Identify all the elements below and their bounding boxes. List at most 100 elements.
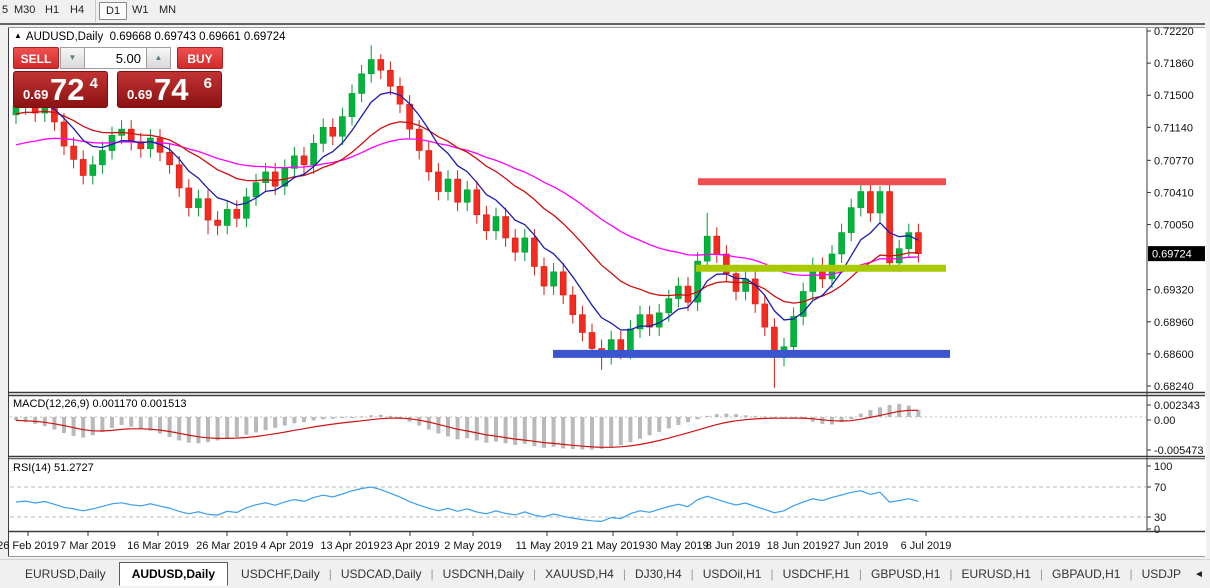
- macd-bar: [456, 417, 460, 439]
- sell-quote-button[interactable]: 0.69 72 4: [13, 71, 108, 108]
- level-band-resistance-red[interactable]: [698, 178, 946, 185]
- macd-bar: [388, 416, 392, 417]
- volume-decrease-button[interactable]: ▼: [60, 47, 85, 69]
- level-band-support-blue[interactable]: [553, 350, 950, 358]
- rsi-value: 51.2727: [54, 462, 94, 474]
- candle-body: [752, 279, 758, 304]
- tabs-scroll-left-icon[interactable]: ◄: [1190, 569, 1208, 580]
- candle-body: [445, 179, 451, 191]
- level-band-pivot-yellow[interactable]: [696, 265, 946, 272]
- macd-bar: [628, 417, 632, 442]
- date-axis-label[interactable]: 13 Apr 2019: [320, 540, 379, 552]
- date-axis-label[interactable]: 8 Jun 2019: [706, 540, 760, 552]
- date-axis-label[interactable]: 4 Apr 2019: [260, 540, 313, 552]
- macd-bar: [513, 417, 517, 445]
- collapse-arrow-icon[interactable]: ▲: [14, 31, 22, 40]
- date-axis-label[interactable]: 27 Jun 2019: [828, 540, 889, 552]
- candle-body: [858, 192, 864, 208]
- macd-bar: [686, 417, 690, 422]
- candle-body: [311, 143, 317, 164]
- symbol-tab-bar: EURUSD,DailyAUDUSD,DailyUSDCHF,Daily|USD…: [0, 559, 1210, 588]
- macd-name: MACD(12,26,9): [13, 398, 89, 410]
- symbol-tab-usdjp[interactable]: USDJP: [1133, 567, 1190, 581]
- date-axis-label[interactable]: 23 Apr 2019: [380, 540, 439, 552]
- macd-bar: [696, 417, 700, 419]
- symbol-tab-usdcnh-daily[interactable]: USDCNH,Daily: [434, 567, 533, 581]
- candle-body: [330, 127, 336, 136]
- symbol-tab-gbpusd-h1[interactable]: GBPUSD,H1: [862, 567, 949, 581]
- candle-body: [579, 315, 585, 333]
- buy-button[interactable]: BUY: [177, 47, 223, 69]
- candle-body: [656, 313, 662, 327]
- date-axis-label[interactable]: 7 Mar 2019: [60, 540, 116, 552]
- symbol-tab-gbpaud-h1[interactable]: GBPAUD,H1: [1043, 567, 1129, 581]
- date-axis-label[interactable]: 21 May 2019: [581, 540, 645, 552]
- macd-bar: [888, 405, 892, 417]
- candle-body: [205, 199, 211, 220]
- rsi-indicator-label: RSI(14) 51.2727: [13, 462, 94, 474]
- date-axis-label[interactable]: 11 May 2019: [516, 540, 579, 552]
- candle-body: [224, 209, 230, 225]
- macd-bar: [590, 417, 594, 450]
- macd-bar: [139, 417, 143, 429]
- macd-bar: [331, 417, 335, 419]
- symbol-tab-xauusd-h4[interactable]: XAUUSD,H4: [536, 567, 623, 581]
- symbol-tab-eurusd-h1[interactable]: EURUSD,H1: [953, 567, 1040, 581]
- symbol-tab-audusd-daily[interactable]: AUDUSD,Daily: [119, 562, 228, 586]
- macd-bar: [369, 415, 373, 417]
- price-axis-label: 0.68960: [1154, 317, 1194, 329]
- candle-body: [253, 183, 259, 197]
- candle-body: [339, 117, 345, 137]
- sell-button[interactable]: SELL: [13, 47, 59, 69]
- symbol-tab-usdchf-h1[interactable]: USDCHF,H1: [774, 567, 859, 581]
- price-axis-label: 0.71140: [1154, 122, 1193, 134]
- candle-body: [675, 286, 681, 298]
- candle-body: [589, 332, 595, 348]
- candle-body: [435, 172, 441, 192]
- symbol-tab-usdchf-daily[interactable]: USDCHF,Daily: [232, 567, 329, 581]
- candle-body: [839, 233, 845, 254]
- volume-input[interactable]: [85, 47, 146, 69]
- symbol-tab-usdcad-daily[interactable]: USDCAD,Daily: [332, 567, 431, 581]
- candle-body: [128, 129, 134, 141]
- price-axis-label: 0.70410: [1154, 187, 1194, 199]
- candle-body: [359, 74, 365, 94]
- macd-bar: [484, 417, 488, 443]
- volume-increase-button[interactable]: ▲: [146, 47, 171, 69]
- date-axis-label[interactable]: 26 Mar 2019: [196, 540, 258, 552]
- macd-histogram: [14, 404, 920, 450]
- macd-axis-label: 0.00: [1154, 415, 1175, 427]
- symbol-tab-dj30-h4[interactable]: DJ30,H4: [626, 567, 691, 581]
- candle-body: [493, 217, 499, 231]
- candle-body: [474, 190, 480, 215]
- candle-body: [407, 104, 413, 129]
- candle-body: [378, 60, 384, 71]
- date-axis-label[interactable]: 18 Jun 2019: [767, 540, 828, 552]
- macd-bar: [763, 416, 767, 417]
- date-axis-label[interactable]: 2 May 2019: [444, 540, 501, 552]
- candle-body: [551, 272, 557, 286]
- rsi-axis-label: 30: [1154, 512, 1166, 524]
- macd-bar: [283, 417, 287, 426]
- symbol-tab-eurusd-daily[interactable]: EURUSD,Daily: [16, 567, 115, 581]
- date-axis-label[interactable]: 6 Jul 2019: [901, 540, 952, 552]
- date-axis-label[interactable]: 26 Feb 2019: [0, 540, 59, 552]
- rsi-line: [16, 487, 918, 521]
- macd-bar: [849, 417, 853, 419]
- candle-body: [512, 238, 518, 252]
- date-axis-label[interactable]: 30 May 2019: [645, 540, 709, 552]
- macd-bar: [868, 410, 872, 417]
- candle-body: [90, 165, 96, 176]
- macd-bar: [648, 417, 652, 435]
- candle-body: [791, 316, 797, 346]
- buy-quote-button[interactable]: 0.69 74 6: [117, 71, 222, 108]
- candle-body: [426, 151, 432, 172]
- macd-axis-label: 0.002343: [1154, 400, 1200, 412]
- date-axis-label[interactable]: 16 Mar 2019: [127, 540, 189, 552]
- candle-body: [71, 146, 77, 159]
- macd-bar: [705, 416, 709, 417]
- macd-bar: [676, 417, 680, 425]
- symbol-tab-usdoil-h1[interactable]: USDOil,H1: [694, 567, 771, 581]
- macd-bar: [196, 417, 200, 443]
- chart-ohlc-values: 0.69668 0.69743 0.69661 0.69724: [110, 31, 286, 43]
